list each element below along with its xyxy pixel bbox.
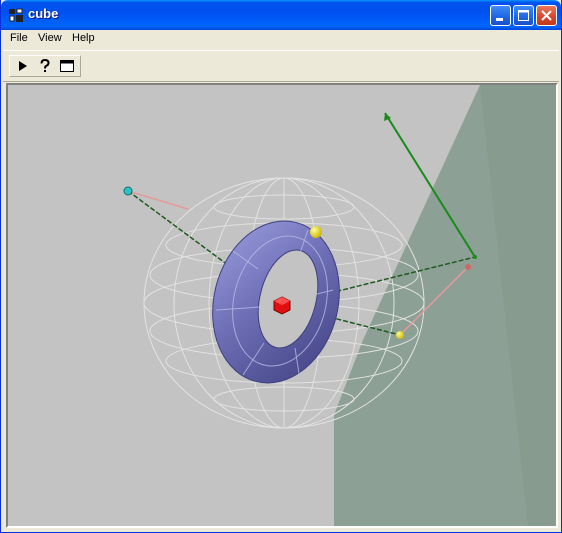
toolbar xyxy=(3,50,559,82)
yellow-ball-right xyxy=(396,331,404,339)
play-button[interactable] xyxy=(12,57,34,75)
3d-viewport[interactable] xyxy=(6,83,558,528)
menu-help[interactable]: Help xyxy=(72,32,95,44)
minimize-icon xyxy=(496,18,503,21)
play-icon xyxy=(19,61,27,71)
maximize-icon xyxy=(518,10,529,21)
scene-canvas xyxy=(8,85,556,526)
window-title: cube xyxy=(28,6,59,21)
menu-bar: File View Help xyxy=(3,30,559,49)
red-gem xyxy=(273,296,291,315)
axis-origin xyxy=(473,255,477,259)
app-window: cube File View Help xyxy=(0,0,562,533)
menu-view[interactable]: View xyxy=(38,32,62,44)
close-button[interactable] xyxy=(536,5,557,26)
tools-icon xyxy=(9,8,23,22)
maximize-button[interactable] xyxy=(513,5,534,26)
window-toggle-button[interactable] xyxy=(56,57,78,75)
window-icon xyxy=(60,60,74,72)
help-question-icon xyxy=(40,58,50,72)
help-button[interactable] xyxy=(34,57,56,75)
close-icon xyxy=(541,10,552,21)
cyan-ball xyxy=(123,186,133,196)
yellow-ball-top xyxy=(310,226,322,238)
title-bar[interactable]: cube xyxy=(1,0,561,30)
menu-file[interactable]: File xyxy=(10,32,28,44)
red-ball-small xyxy=(465,264,471,270)
minimize-button[interactable] xyxy=(490,5,511,26)
toolbar-group xyxy=(9,55,81,77)
